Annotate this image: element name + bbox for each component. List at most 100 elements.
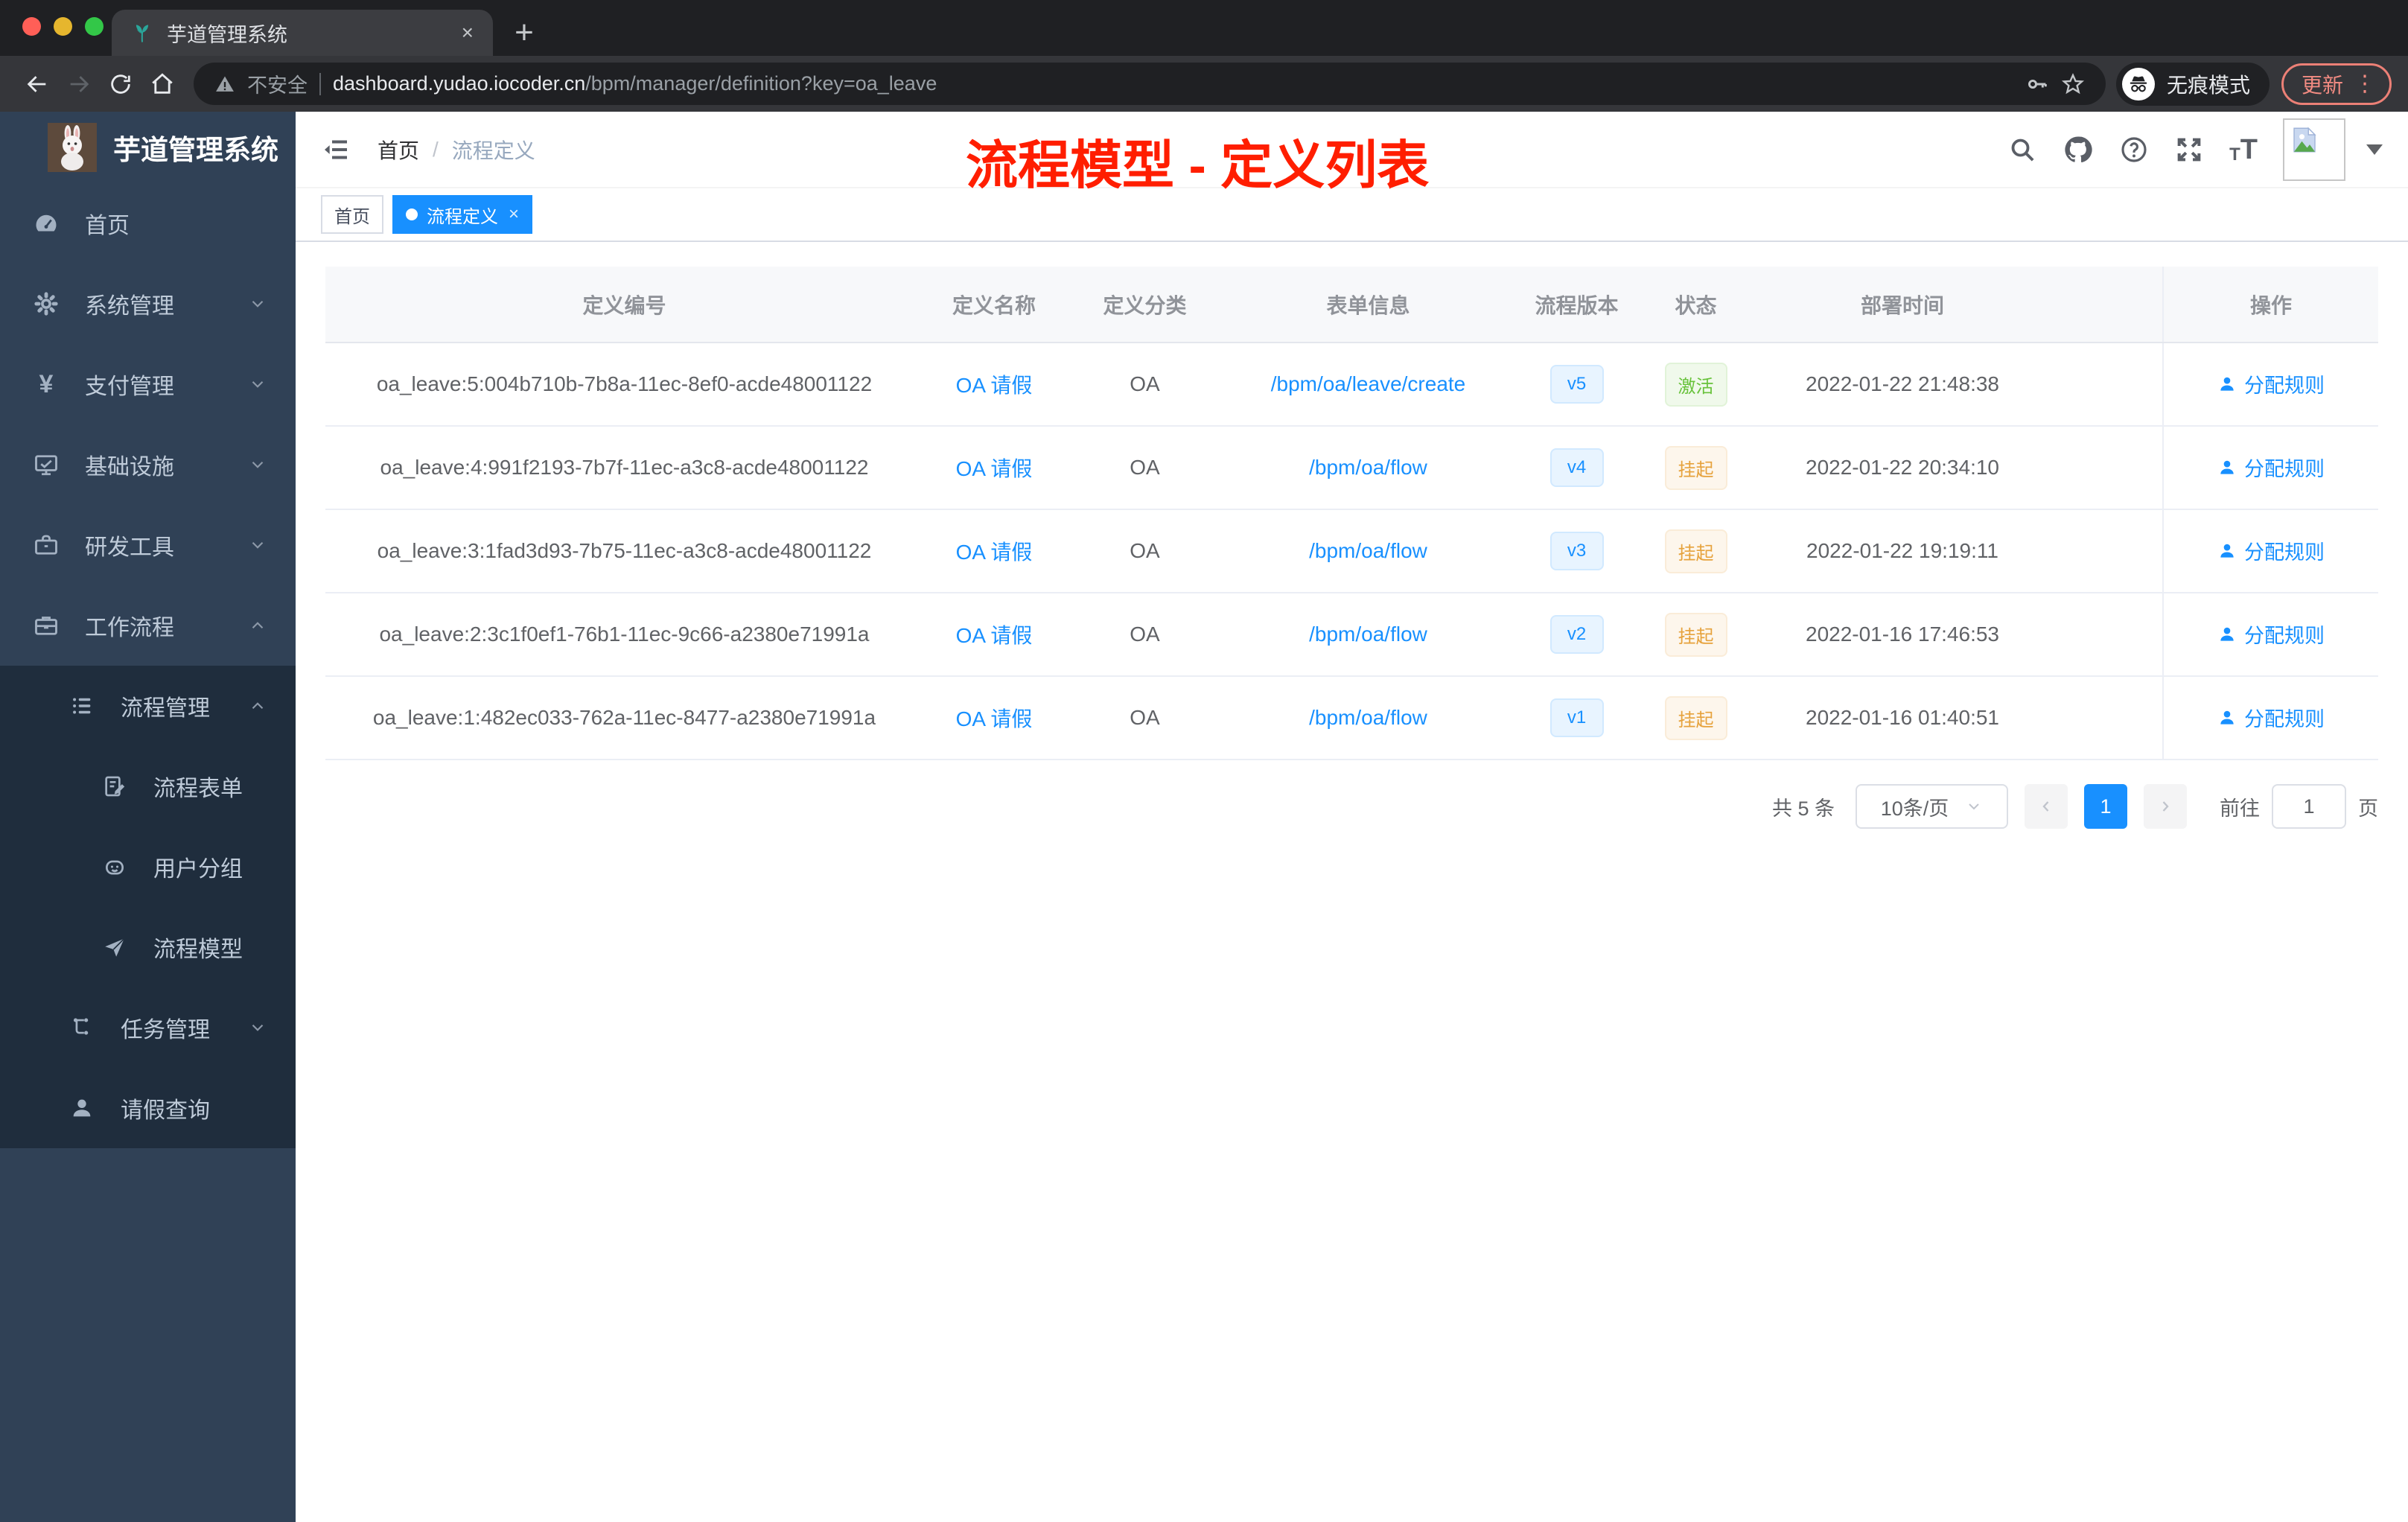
avatar-caret-icon[interactable]: [2366, 144, 2383, 155]
search-icon[interactable]: [2007, 135, 2037, 165]
not-secure-label[interactable]: 不安全: [247, 69, 308, 98]
password-key-icon[interactable]: [2025, 72, 2049, 96]
form-link[interactable]: /bpm/oa/flow: [1309, 623, 1427, 646]
incognito-icon: [2121, 67, 2155, 101]
table-header-row: 定义编号 定义名称 定义分类 表单信息 流程版本 状态 部署时间 操作: [325, 267, 2378, 343]
cell-deploy-time: 2022-01-16 17:46:53: [1750, 593, 2055, 677]
tag-label: 首页: [334, 206, 370, 227]
url-text[interactable]: dashboard.yudao.iocoder.cn/bpm/manager/d…: [333, 72, 937, 95]
sidebar-item-user-group[interactable]: 用户分组: [0, 827, 296, 907]
bookmark-star-icon[interactable]: [2061, 72, 2085, 96]
person-icon: [2220, 710, 2234, 725]
sidebar-item-devtools[interactable]: 研发工具: [0, 505, 296, 585]
sidebar-item-label: 请假查询: [121, 1098, 210, 1123]
forward-icon[interactable]: [58, 63, 100, 105]
url-host: dashboard.yudao.iocoder.cn: [333, 72, 586, 95]
status-badge: 挂起: [1664, 695, 1727, 740]
sidebar-item-payment[interactable]: ¥ 支付管理: [0, 344, 296, 424]
form-link[interactable]: /bpm/oa/flow: [1309, 456, 1427, 479]
cell-definition-id: oa_leave:5:004b710b-7b8a-11ec-8ef0-acde4…: [325, 343, 923, 427]
form-link[interactable]: /bpm/oa/flow: [1309, 539, 1427, 562]
back-icon[interactable]: [16, 63, 58, 105]
gear-icon: [30, 290, 63, 317]
sidebar-item-process-model[interactable]: 流程模型: [0, 907, 296, 987]
version-badge: v1: [1549, 698, 1604, 737]
tag-label: 流程定义: [427, 206, 498, 227]
browser-tab[interactable]: 芋道管理系统 ×: [112, 10, 493, 56]
assign-rule-button[interactable]: 分配规则: [2217, 453, 2325, 482]
form-link[interactable]: /bpm/oa/leave/create: [1271, 372, 1466, 395]
incognito-badge[interactable]: 无痕模式: [2115, 62, 2270, 106]
font-size-icon[interactable]: TT: [2229, 136, 2258, 164]
col-header-deploy-time: 部署时间: [1750, 267, 2055, 343]
navbar-actions: TT: [2007, 118, 2383, 181]
sidebar-item-process-mgmt[interactable]: 流程管理: [0, 666, 296, 746]
goto-page-input[interactable]: [2272, 784, 2346, 829]
cell-category: OA: [1065, 593, 1225, 677]
window-zoom-button[interactable]: [85, 17, 103, 36]
tag-home[interactable]: 首页: [321, 195, 383, 234]
fullscreen-icon[interactable]: [2174, 135, 2204, 165]
definition-name-link[interactable]: OA 请假: [956, 707, 1033, 730]
org-tree-icon: [66, 1015, 98, 1040]
window-close-button[interactable]: [22, 17, 41, 36]
col-header-form: 表单信息: [1225, 267, 1512, 343]
chevron-down-icon: [248, 1018, 267, 1037]
cell-definition-id: oa_leave:4:991f2193-7b7f-11ec-a3c8-acde4…: [325, 426, 923, 510]
sidebar-item-process-form[interactable]: 流程表单: [0, 746, 296, 827]
person-icon: [2220, 627, 2234, 641]
sidebar-item-system[interactable]: 系统管理: [0, 264, 296, 344]
tag-process-definition[interactable]: 流程定义 ×: [392, 195, 533, 234]
table-row: oa_leave:5:004b710b-7b8a-11ec-8ef0-acde4…: [325, 343, 2378, 427]
prev-page-button[interactable]: [2025, 784, 2068, 829]
new-tab-button[interactable]: +: [503, 12, 545, 54]
assign-rule-button[interactable]: 分配规则: [2217, 703, 2325, 732]
definition-name-link[interactable]: OA 请假: [956, 624, 1033, 647]
cell-definition-id: oa_leave:1:482ec033-762a-11ec-8477-a2380…: [325, 676, 923, 760]
definition-name-link[interactable]: OA 请假: [956, 541, 1033, 564]
sidebar-logo[interactable]: 芋道管理系统: [0, 112, 296, 183]
browser-menu-kebab-icon[interactable]: ⋮: [2354, 71, 2376, 97]
sidebar-toggle-icon[interactable]: [321, 135, 351, 165]
dashboard-icon: [30, 210, 63, 237]
assign-rule-button[interactable]: 分配规则: [2217, 369, 2325, 398]
help-icon[interactable]: [2119, 135, 2149, 165]
status-badge: 激活: [1664, 362, 1727, 407]
sidebar-item-task-mgmt[interactable]: 任务管理: [0, 987, 296, 1068]
sidebar-item-infra[interactable]: 基础设施: [0, 424, 296, 505]
window-minimize-button[interactable]: [54, 17, 72, 36]
definition-name-link[interactable]: OA 请假: [956, 374, 1033, 397]
page-number-1[interactable]: 1: [2084, 784, 2127, 829]
page-unit-label: 页: [2358, 797, 2378, 820]
address-bar[interactable]: 不安全 dashboard.yudao.iocoder.cn/bpm/manag…: [194, 63, 2106, 105]
avatar[interactable]: [2283, 118, 2345, 181]
next-page-button[interactable]: [2144, 784, 2187, 829]
status-badge: 挂起: [1664, 612, 1727, 657]
tag-close-icon[interactable]: ×: [509, 204, 519, 225]
col-header-status: 状态: [1642, 267, 1750, 343]
breadcrumb-home[interactable]: 首页: [378, 135, 419, 165]
home-icon[interactable]: [141, 63, 183, 105]
toolbox-icon: [30, 532, 63, 558]
sidebar-item-home[interactable]: 首页: [0, 183, 296, 264]
page-size-select[interactable]: 10条/页: [1856, 784, 2008, 829]
definition-name-link[interactable]: OA 请假: [956, 457, 1033, 480]
chevron-down-icon: [248, 455, 267, 474]
browser-update-button[interactable]: 更新 ⋮: [2281, 63, 2392, 105]
broken-image-icon: [2293, 127, 2316, 152]
warning-icon[interactable]: [214, 74, 235, 95]
status-badge: 挂起: [1664, 529, 1727, 573]
sidebar-item-workflow[interactable]: 工作流程: [0, 585, 296, 666]
assign-rule-button[interactable]: 分配规则: [2217, 536, 2325, 565]
sidebar-item-label: 工作流程: [85, 616, 174, 640]
assign-rule-button[interactable]: 分配规则: [2217, 620, 2325, 649]
tab-close-icon[interactable]: ×: [462, 21, 474, 45]
app-title: 芋道管理系统: [113, 135, 278, 165]
reload-icon[interactable]: [100, 63, 141, 105]
col-header-version: 流程版本: [1512, 267, 1642, 343]
github-icon[interactable]: [2063, 134, 2094, 165]
tab-title: 芋道管理系统: [167, 23, 287, 46]
col-header-actions: 操作: [2162, 267, 2378, 343]
sidebar-item-leave-query[interactable]: 请假查询: [0, 1068, 296, 1148]
form-link[interactable]: /bpm/oa/flow: [1309, 706, 1427, 729]
